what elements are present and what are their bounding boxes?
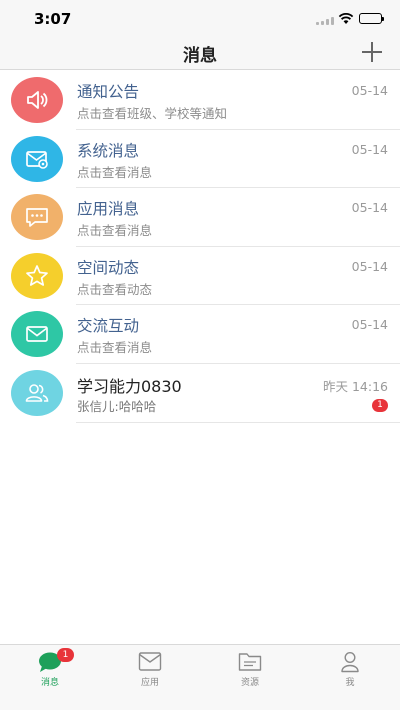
navigation-bar: 消息 <box>0 36 400 70</box>
tab-label: 消息 <box>40 678 59 688</box>
user-icon <box>341 651 359 673</box>
message-subtitle: 点击查看消息 <box>77 223 153 239</box>
folder-icon <box>238 653 262 671</box>
message-title: 应用消息 <box>77 200 140 219</box>
message-row-space[interactable]: 空间动态 点击查看动态 05-14 <box>0 247 400 306</box>
message-title: 通知公告 <box>77 83 140 101</box>
tab-me[interactable]: 我 <box>300 651 400 705</box>
gear-envelope-icon <box>11 135 63 182</box>
message-subtitle: 点击查看动态 <box>77 281 153 297</box>
message-row-app[interactable]: 应用消息 点击查看消息 05-14 <box>0 188 400 247</box>
apps-icon <box>138 652 162 671</box>
group-icon <box>11 369 63 416</box>
battery-icon <box>359 13 384 24</box>
status-bar: 3:07 <box>0 0 400 36</box>
tab-resources[interactable]: 资源 <box>200 651 300 705</box>
message-date: 05-14 <box>351 258 388 274</box>
message-subtitle: 点击查看消息 <box>77 340 153 356</box>
plus-icon[interactable] <box>360 40 384 64</box>
tab-label: 我 <box>345 678 355 688</box>
message-subtitle: 点击查看消息 <box>77 164 153 180</box>
message-title: 学习能力0830 <box>77 376 182 396</box>
message-date: 05-14 <box>351 83 388 98</box>
envelope-icon <box>11 311 63 358</box>
signal-icon <box>316 17 336 25</box>
message-title: 系统消息 <box>77 141 140 160</box>
message-list: 通知公告 点击查看班级、学校等通知 05-14 系统消息 点击查看消息 05-1… <box>0 71 400 423</box>
message-row-interaction[interactable]: 交流互动 点击查看消息 05-14 <box>0 305 400 364</box>
status-time: 3:07 <box>34 10 72 28</box>
tab-apps[interactable]: 应用 <box>100 651 200 705</box>
message-subtitle: 点击查看班级、学校等通知 <box>77 106 228 121</box>
message-date: 05-14 <box>351 141 388 157</box>
wifi-icon <box>338 13 354 24</box>
star-icon <box>11 252 63 299</box>
message-subtitle: 张信儿:哈哈哈 <box>77 398 157 414</box>
page-title: 消息 <box>183 46 217 66</box>
message-row-notice[interactable]: 通知公告 点击查看班级、学校等通知 05-14 <box>0 71 400 130</box>
message-row-group-chat[interactable]: 学习能力0830 张信儿:哈哈哈 昨天 14:16 1 <box>0 364 400 423</box>
tab-messages[interactable]: 1 消息 <box>0 648 100 705</box>
speaker-icon <box>11 77 63 123</box>
chat-bubble-icon <box>11 194 63 241</box>
message-date: 昨天 14:16 <box>323 378 388 394</box>
tab-badge: 1 <box>57 648 74 662</box>
unread-badge: 1 <box>372 398 388 412</box>
message-title: 交流互动 <box>77 317 140 336</box>
message-date: 05-14 <box>351 317 388 333</box>
message-date: 05-14 <box>351 200 388 216</box>
message-row-system[interactable]: 系统消息 点击查看消息 05-14 <box>0 130 400 189</box>
tab-label: 资源 <box>240 678 259 688</box>
tab-label: 应用 <box>140 678 159 688</box>
tab-bar: 1 消息 应用 资源 我 <box>0 644 400 710</box>
message-title: 空间动态 <box>77 258 140 277</box>
